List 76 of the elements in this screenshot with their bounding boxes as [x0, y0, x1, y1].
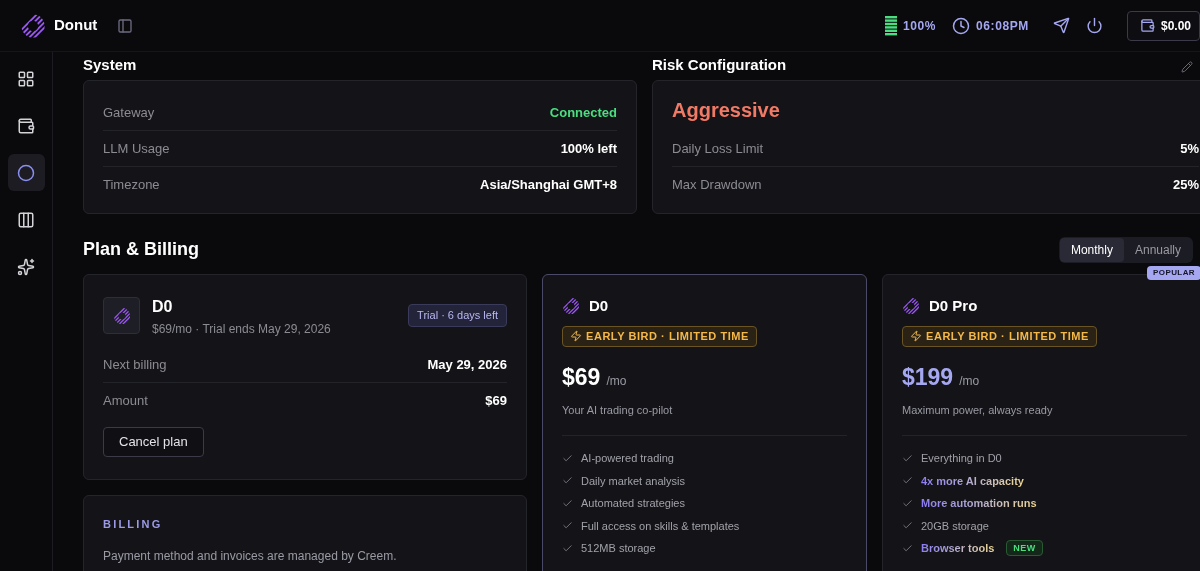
plan-tagline: Maximum power, always ready: [902, 401, 1187, 436]
lightning-icon: [910, 330, 922, 342]
wallet-button[interactable]: $0.00: [1126, 10, 1200, 41]
plan-name: D0: [152, 297, 174, 317]
row-label: Daily Loss Limit: [672, 139, 764, 158]
row-value: May 29, 2026: [427, 355, 507, 374]
feature-text: Full access on skills & templates: [581, 518, 740, 534]
columns-icon: [17, 210, 35, 229]
row-value: 100% left: [560, 139, 617, 158]
period-tab[interactable]: Annually: [1123, 237, 1192, 262]
feature-text: Daily market analysis: [581, 473, 685, 489]
check-icon: [562, 497, 573, 509]
grid-icon: [17, 69, 35, 88]
feature-text: AI-powered trading: [581, 451, 674, 466]
risk-profile: Aggressive: [672, 98, 781, 123]
power-icon[interactable]: [1085, 17, 1103, 34]
row-label: LLM Usage: [103, 139, 170, 158]
donut-icon: [902, 297, 920, 316]
edit-icon[interactable]: [1181, 61, 1193, 73]
send-icon[interactable]: [1052, 17, 1070, 34]
donut-icon: [562, 297, 580, 316]
new-badge: NEW: [1006, 540, 1043, 557]
plan-price: $69: [562, 363, 601, 392]
circle-icon: [17, 163, 35, 182]
plan-name: D0: [589, 296, 609, 316]
sidebar-toggle-icon[interactable]: [117, 17, 134, 34]
row-label: Timezone: [103, 176, 160, 195]
plan-card[interactable]: D0 EARLY BIRD · LIMITED TIME $69 /mo Your AI trading co-pilot AI-powered trading Daily market analysis Automated strategies Full access on skills & templates 512MB storage: [542, 274, 867, 571]
row-value: Connected: [549, 103, 617, 122]
feature-text: Automated strategies: [581, 496, 685, 511]
note-heading: BILLING: [103, 517, 164, 532]
check-icon: [562, 452, 573, 464]
section-title: Risk Configuration: [652, 55, 787, 75]
sparkles-icon: [17, 257, 35, 276]
plan-subtitle: $69/mo · Trial ends May 29, 2026: [152, 321, 331, 338]
promo-badge: EARLY BIRD · LIMITED TIME: [562, 325, 757, 347]
trial-badge: Trial · 6 days left: [408, 304, 507, 327]
period-tab[interactable]: Monthly: [1059, 237, 1124, 262]
donut-icon: [112, 306, 131, 325]
check-icon: [902, 542, 913, 554]
battery-icon: [884, 15, 897, 36]
popular-badge: POPULAR: [1147, 266, 1200, 280]
row-value: Asia/Shanghai GMT+8: [480, 176, 617, 195]
note-text: Payment method and invoices are managed by Creem.: [103, 547, 398, 565]
row-value: 25%: [1172, 176, 1199, 195]
wallet-icon: [1139, 18, 1155, 33]
cancel-plan-button[interactable]: Cancel plan: [103, 427, 204, 457]
feature-text: 512MB storage: [581, 541, 656, 556]
feature-text: Everything in D0: [921, 451, 1002, 466]
row-label: Max Drawdown: [672, 176, 762, 195]
battery-level: 100%: [902, 17, 937, 35]
clock-icon: [952, 16, 971, 35]
sidebar-item[interactable]: [7, 154, 45, 191]
row-value: 5%: [1180, 139, 1199, 158]
brand-name: Donut: [54, 15, 98, 36]
row-value: $69: [485, 392, 507, 411]
price-unit: /mo: [959, 373, 980, 390]
time-label: 06:08PM: [976, 17, 1029, 35]
plan-price: $199: [902, 363, 954, 392]
price-unit: /mo: [606, 373, 627, 390]
feature-text: 20GB storage: [921, 518, 989, 534]
row-label: Next billing: [103, 355, 167, 374]
check-icon: [902, 497, 913, 509]
promo-badge: EARLY BIRD · LIMITED TIME: [902, 325, 1097, 347]
row-label: Amount: [103, 392, 148, 411]
wallet-icon: [17, 116, 35, 135]
row-label: Gateway: [103, 103, 155, 122]
lightning-icon: [570, 330, 582, 342]
section-title: Plan & Billing: [83, 238, 199, 261]
check-icon: [562, 542, 573, 554]
section-title: System: [83, 55, 138, 75]
logo-icon: [20, 12, 46, 39]
check-icon: [902, 452, 913, 464]
plan-tagline: Your AI trading co-pilot: [562, 401, 847, 436]
plan-name: D0 Pro: [929, 296, 978, 316]
plan-card[interactable]: D0 Pro EARLY BIRD · LIMITED TIME $199 /mo Maximum power, always ready Everything in D0 4x more AI capacity More automation runs 20GB storage Browser tools NEW: [882, 274, 1200, 571]
